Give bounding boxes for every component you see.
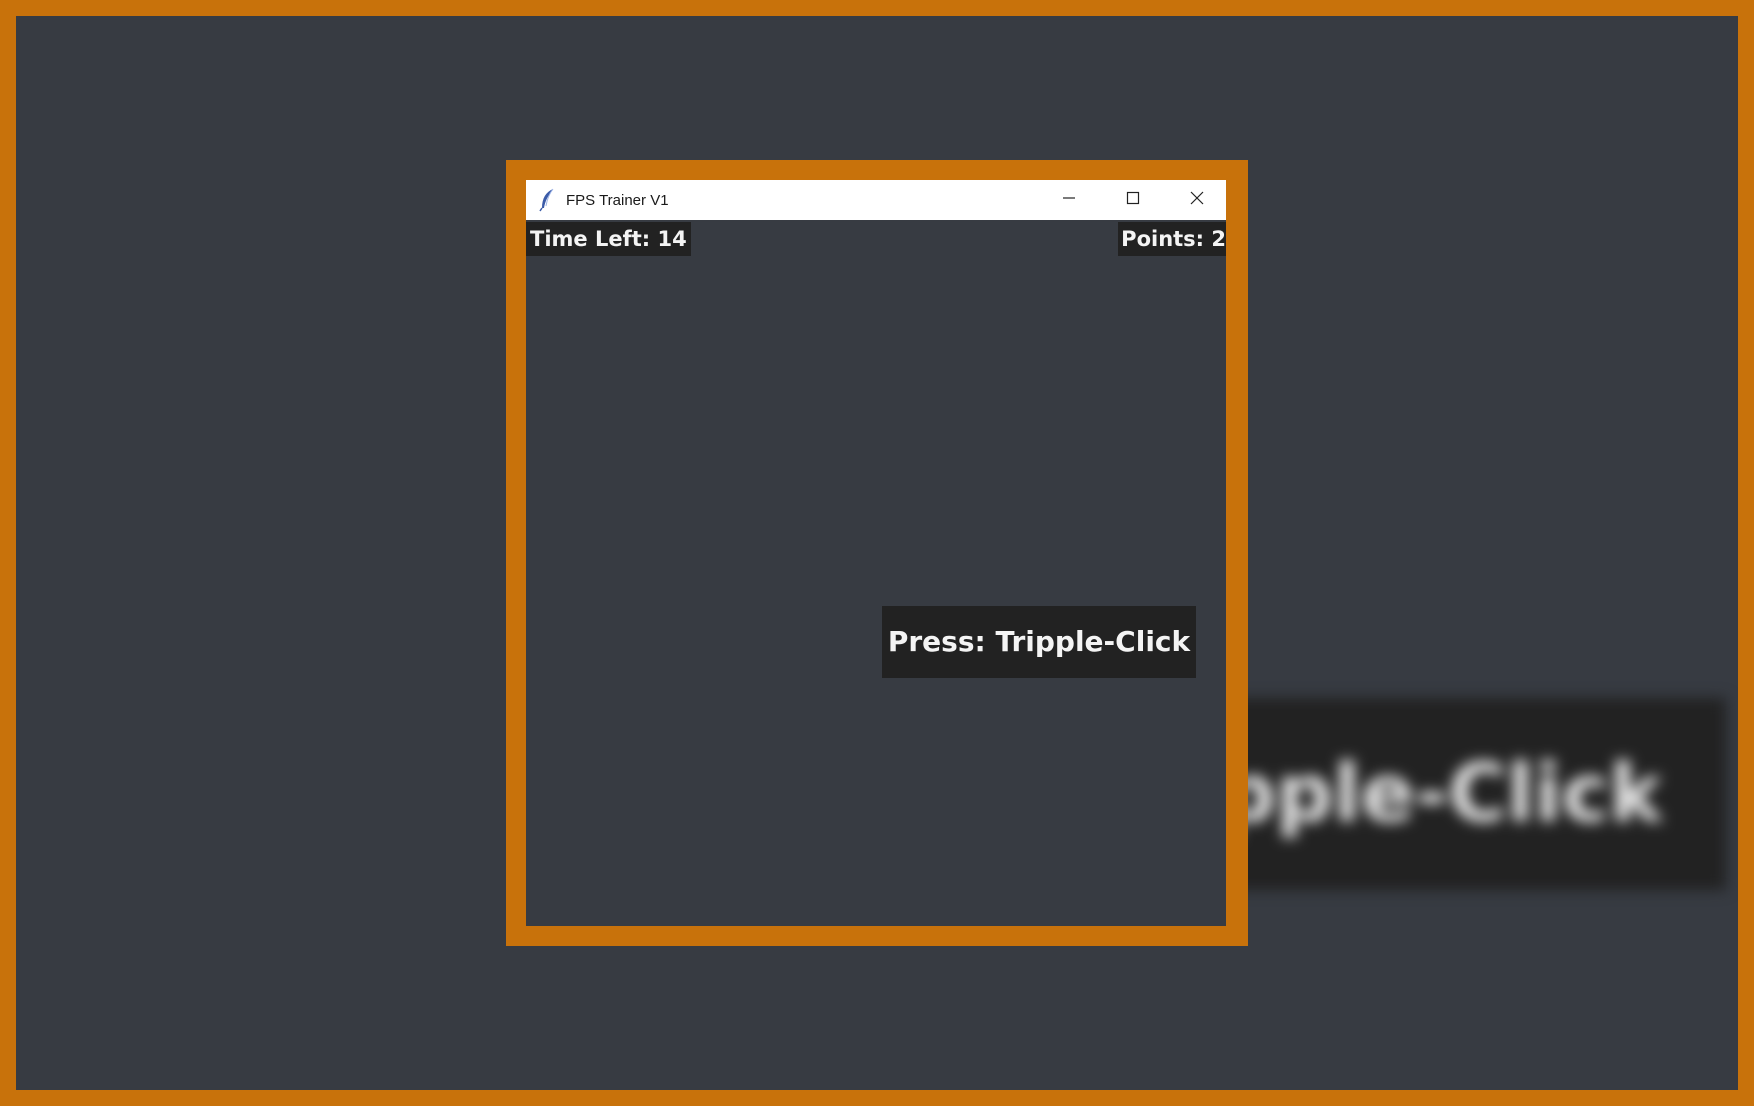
target-prompt-button[interactable]: Press: Tripple-Click bbox=[882, 606, 1196, 678]
feather-icon bbox=[538, 188, 558, 212]
maximize-icon bbox=[1126, 191, 1140, 210]
window-title: FPS Trainer V1 bbox=[566, 191, 669, 209]
close-icon bbox=[1190, 191, 1204, 210]
maximize-button[interactable] bbox=[1102, 180, 1164, 220]
title-bar[interactable]: FPS Trainer V1 bbox=[526, 180, 1226, 220]
app-window: FPS Trainer V1 Time Left: 14 Points: 2 P… bbox=[526, 180, 1226, 926]
close-button[interactable] bbox=[1166, 180, 1228, 220]
window-highlight-frame: FPS Trainer V1 Time Left: 14 Points: 2 P… bbox=[506, 160, 1248, 946]
minimize-button[interactable] bbox=[1038, 180, 1100, 220]
points-label: Points: 2 bbox=[1118, 222, 1226, 256]
minimize-icon bbox=[1062, 191, 1076, 210]
blurred-prompt-label: Tripple-Click bbox=[1206, 698, 1726, 890]
time-left-label: Time Left: 14 bbox=[526, 222, 691, 256]
